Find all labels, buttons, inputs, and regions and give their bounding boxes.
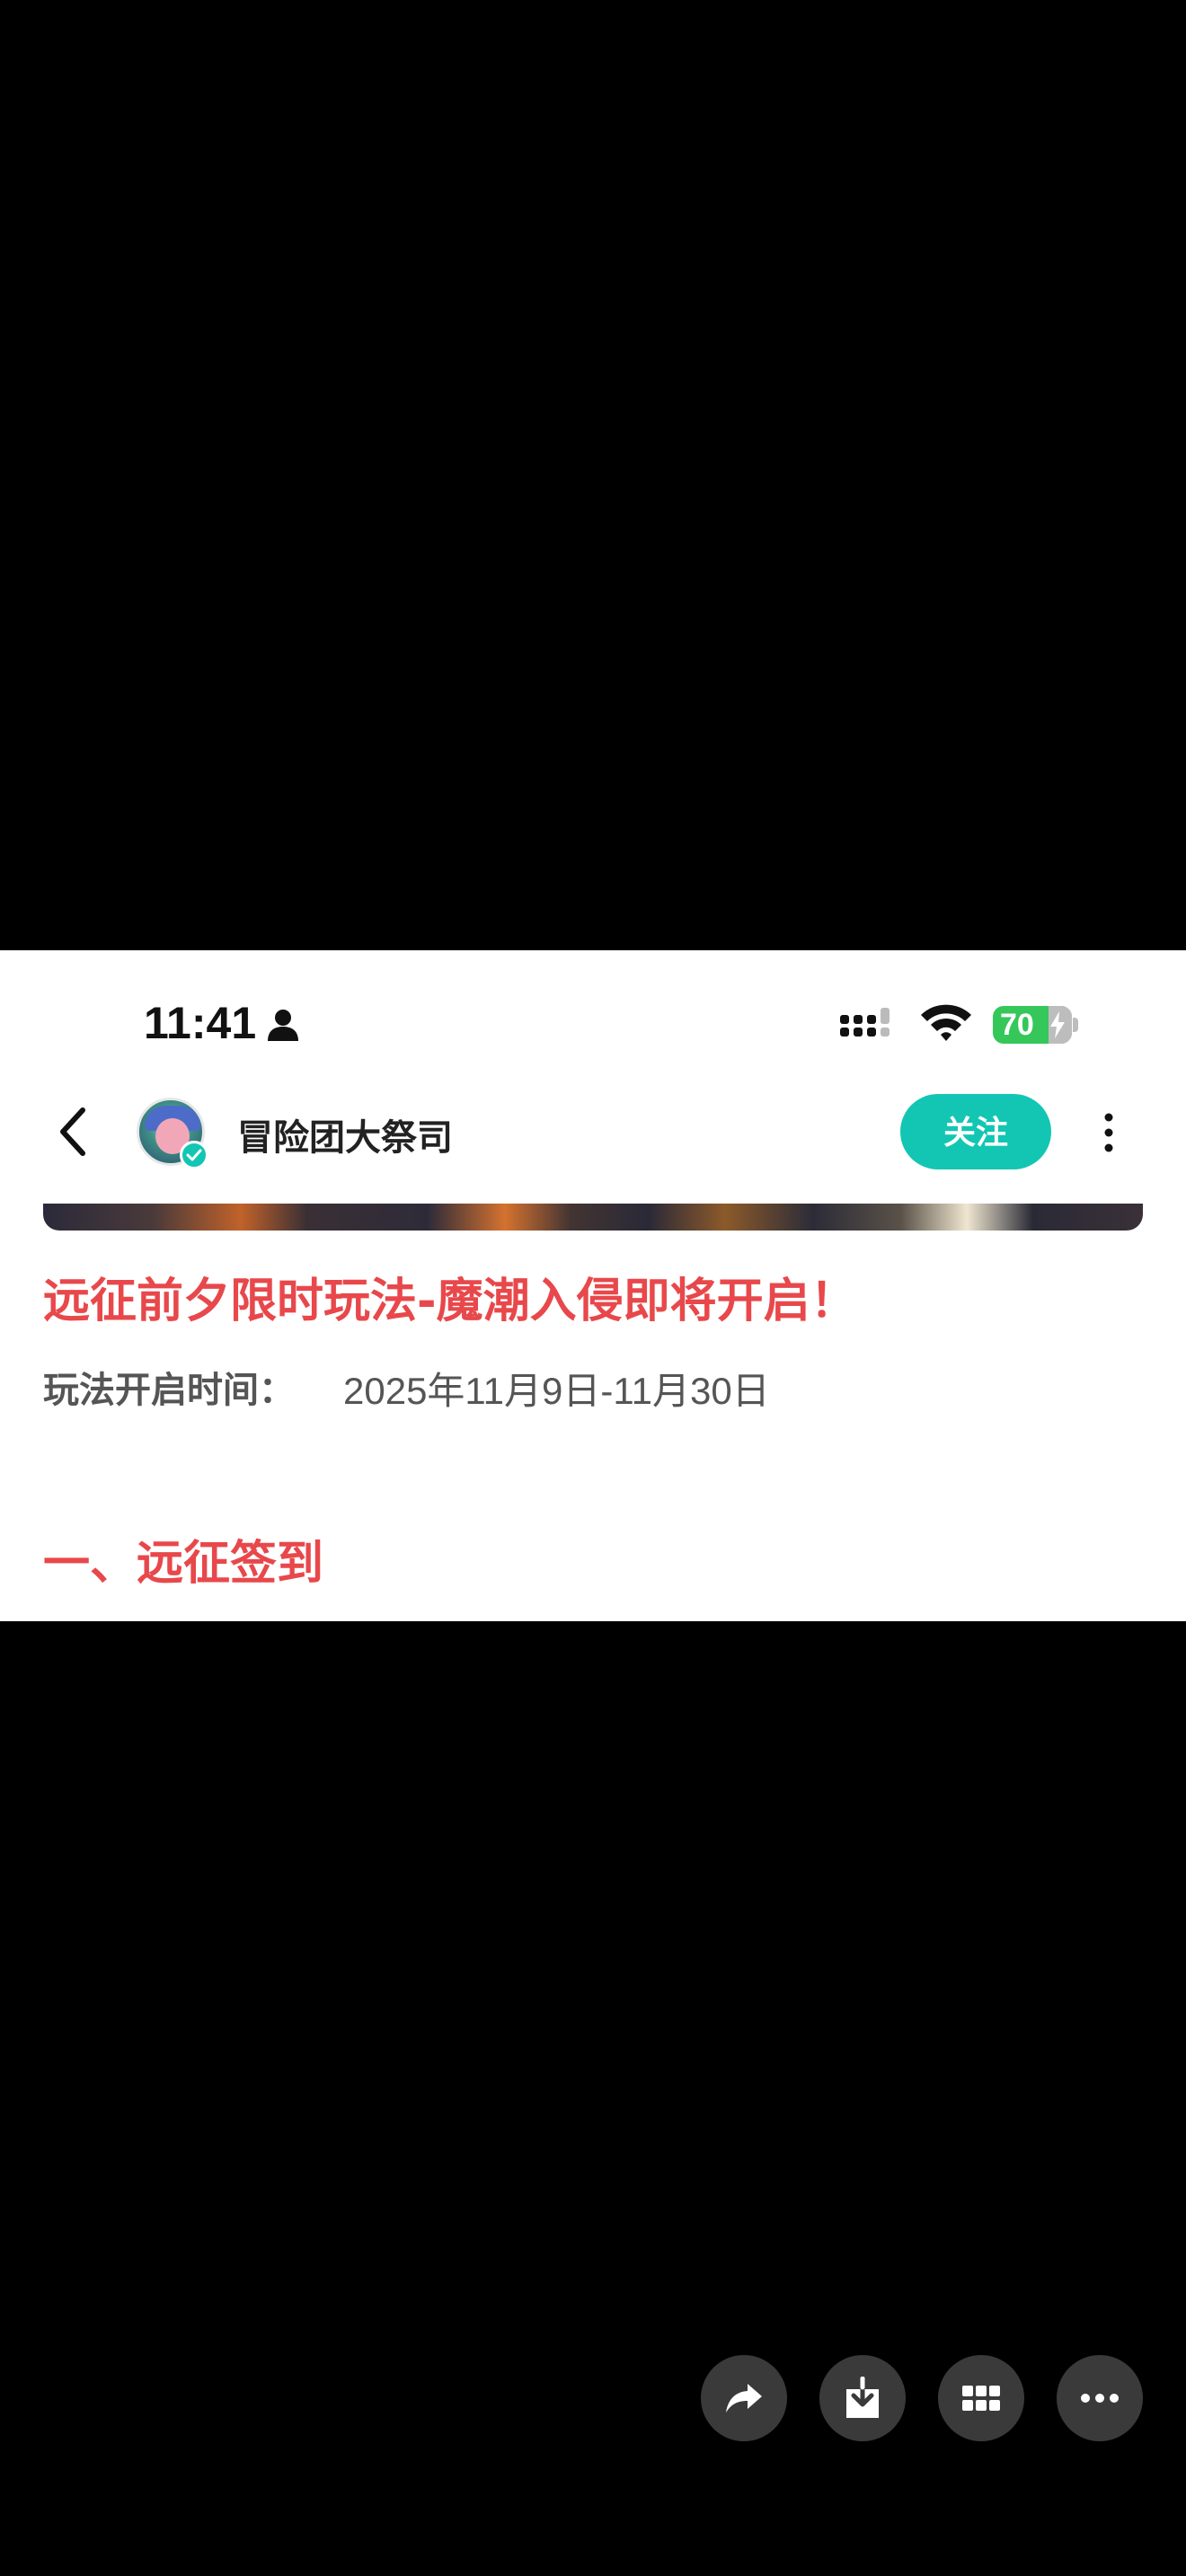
battery-level: 70: [1000, 1008, 1034, 1042]
share-button[interactable]: [701, 2355, 787, 2441]
share-icon: [726, 2384, 762, 2413]
grid-icon: [962, 2386, 1000, 2411]
more-options-icon: [1081, 2394, 1119, 2403]
battery-indicator: 70: [993, 1006, 1072, 1044]
schedule-value: 2025年11月9日-11月30日: [343, 1370, 770, 1412]
download-icon: [846, 2377, 879, 2418]
grid-button[interactable]: [938, 2355, 1024, 2441]
back-icon[interactable]: [56, 1105, 92, 1159]
banner-image-edge: [43, 1204, 1143, 1231]
account-name[interactable]: 冒险团大祭司: [237, 1108, 453, 1160]
schedule-label: 玩法开启时间：: [43, 1370, 295, 1411]
section-heading: 一、远征签到: [43, 1537, 324, 1591]
verified-icon: [180, 1141, 208, 1169]
more-options-button[interactable]: [1057, 2355, 1143, 2441]
article-title: 远征前夕限时玩法-魔潮入侵即将开启！: [43, 1275, 857, 1328]
follow-button[interactable]: 关注: [900, 1094, 1051, 1169]
signal-icon: [840, 1008, 890, 1037]
status-time: 11:41: [144, 998, 257, 1048]
screenshot-frame: 11:41 70 冒险团大祭司 关注 远征前夕限时玩法-魔潮入侵即将开启！ 玩法…: [0, 950, 1186, 1621]
battery-cap: [1073, 1018, 1078, 1032]
more-icon[interactable]: [1098, 1110, 1120, 1155]
battery-charging-icon: [1050, 1011, 1065, 1038]
person-icon: [268, 1010, 298, 1041]
wifi-icon: [921, 1004, 971, 1041]
download-button[interactable]: [819, 2355, 906, 2441]
